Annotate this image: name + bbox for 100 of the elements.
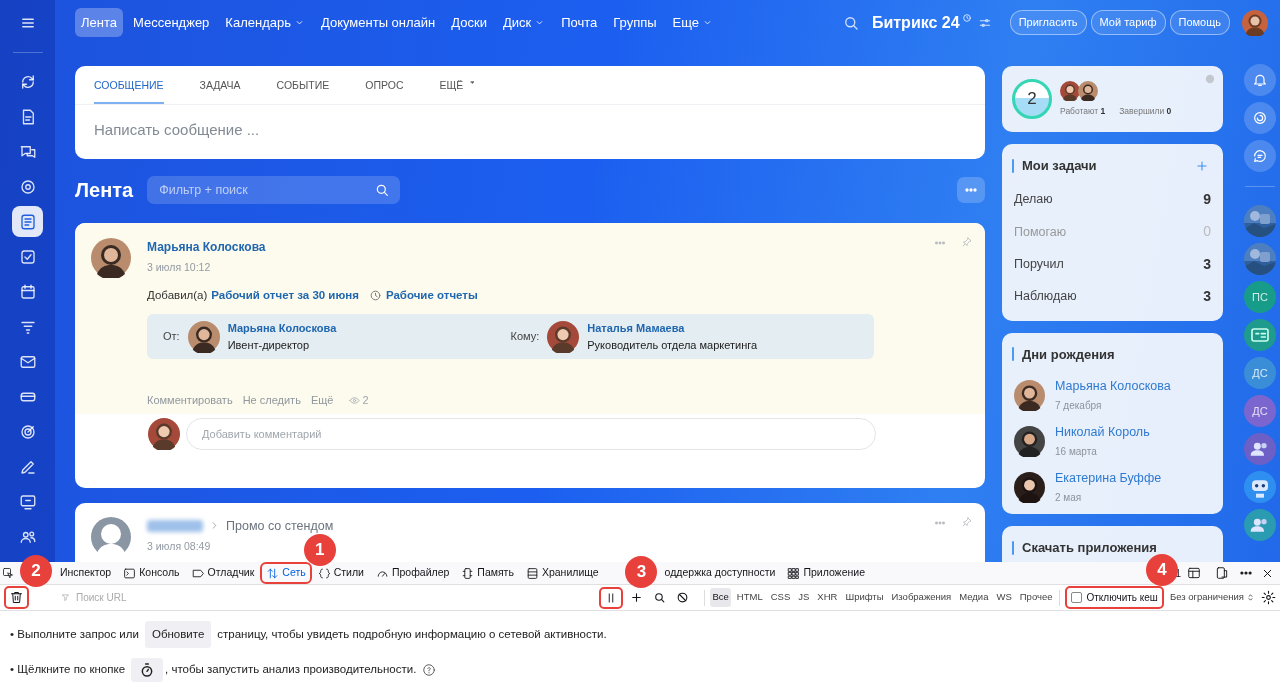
target-icon (18, 422, 37, 441)
devtools-tab[interactable]: Инспектор (54, 562, 118, 584)
request-type-filter[interactable]: WS (994, 588, 1014, 607)
network-icon (266, 566, 280, 580)
comment-field[interactable]: Добавить комментарий (186, 417, 876, 450)
post-date: 3 июля 10:12 (147, 260, 211, 275)
task-count: 0 (1203, 222, 1211, 242)
sender-role: Ивент-директор (227, 337, 311, 353)
calendar-icon (18, 282, 37, 301)
post-destination: Промо со стендом (226, 517, 334, 535)
filter-icon (61, 593, 70, 602)
robot-icon[interactable] (1244, 471, 1276, 503)
task-filter-link[interactable]: Поручил (1014, 254, 1064, 274)
sender-name[interactable]: Марьяна Колоскова (227, 320, 337, 337)
hint-text: страницу, чтобы увидеть подробную информацию о сетевой активности. (217, 627, 607, 642)
nav-tab[interactable]: Доски (445, 7, 493, 38)
clear-button[interactable] (4, 586, 29, 609)
task-filter-link[interactable]: Наблюдаю (1014, 287, 1077, 306)
throttling-dropdown[interactable]: Без ограничения (1167, 590, 1257, 605)
clock-icon (368, 288, 382, 302)
post-type-tab[interactable]: СОБЫТИЕ (276, 66, 330, 104)
dock-icon[interactable] (1187, 566, 1201, 580)
post-type-tab[interactable]: ЗАДАЧА (199, 66, 241, 104)
braces-icon (317, 566, 331, 580)
task-filter-link[interactable]: Делаю (1014, 190, 1053, 209)
header-button[interactable]: Помощь (1169, 10, 1230, 35)
more-button[interactable] (957, 177, 985, 203)
avatar (91, 516, 131, 557)
request-type-filter[interactable]: Медиа (957, 588, 991, 607)
task-count: 3 (1203, 254, 1211, 274)
devtools-tab[interactable]: Память (455, 562, 520, 584)
report-group-link[interactable]: Рабочие отчеты (385, 286, 478, 304)
request-type-filter[interactable]: Шрифты (843, 588, 886, 607)
contact-card-icon[interactable] (1244, 319, 1276, 351)
workday-counter: 2 (1012, 79, 1052, 119)
chat-avatar[interactable]: ДС (1244, 395, 1276, 427)
request-type-filter[interactable]: Изображения (889, 588, 954, 607)
hint-text: • Выполните запрос или (10, 627, 139, 642)
nav-tab[interactable]: Лента (75, 7, 123, 38)
avatar (187, 320, 220, 353)
post-date: 3 июля 08:49 (147, 539, 211, 555)
devtools-tab[interactable]: Консоль (117, 562, 186, 584)
updown-icon (1246, 593, 1255, 602)
card-title: Дни рождения (1022, 345, 1115, 364)
post-type-tab[interactable]: ЕЩЁ (439, 66, 478, 104)
task-count: 3 (1203, 287, 1211, 307)
group-icon[interactable] (1244, 509, 1276, 541)
devtools-tab[interactable]: оддержка доступности (658, 562, 782, 584)
devtools-tab[interactable]: Хранилище (519, 562, 605, 584)
disable-cache-checkbox[interactable]: Отключить кеш (1065, 586, 1164, 609)
search-input[interactable]: Фильтр + поиск (157, 179, 375, 201)
group-icon[interactable] (1244, 433, 1276, 465)
post-type-tab[interactable]: ОПРОС (365, 66, 404, 104)
avatar (1014, 425, 1045, 457)
request-type-filter[interactable]: JS (796, 588, 812, 607)
settings-icon[interactable] (1261, 590, 1276, 605)
avatar (1078, 80, 1098, 101)
birthday-date: 7 декабря (1055, 399, 1103, 414)
sidebar-item[interactable] (12, 206, 43, 237)
avatar (91, 238, 131, 278)
report-link[interactable]: Рабочий отчет за 30 июня (211, 286, 359, 304)
request-type-filter[interactable]: CSS (768, 588, 793, 607)
nav-tab[interactable]: Группы (607, 7, 663, 38)
devtools-tab[interactable]: Сеть (260, 562, 312, 584)
author-name[interactable]: Марьяна Колоскова (147, 238, 969, 256)
responsive-icon[interactable] (1215, 566, 1229, 580)
avatar (1014, 471, 1045, 503)
pause-button[interactable] (599, 586, 624, 609)
message-field[interactable]: Написать сообщение ... (75, 105, 985, 159)
avatar (148, 417, 180, 450)
nav-tab[interactable]: Мессенджер (127, 7, 216, 38)
devtools-tab[interactable]: Отладчик (185, 562, 261, 584)
nav-tab[interactable]: Диск (496, 7, 552, 38)
reload-button[interactable]: Обновите (144, 621, 212, 649)
chat-button[interactable] (1244, 140, 1276, 172)
spiral-button[interactable] (1244, 102, 1276, 134)
performance-button[interactable] (131, 658, 164, 682)
request-type-filter[interactable]: XHR (815, 588, 840, 607)
header-button[interactable]: Мой тариф (1090, 10, 1166, 35)
person-name[interactable]: Николай Король (1055, 423, 1150, 443)
request-type-filter[interactable]: Все (710, 588, 731, 607)
search-icon (653, 591, 667, 604)
screen-icon (18, 492, 37, 511)
request-type-filter[interactable]: Прочее (1017, 588, 1055, 607)
nav-tab[interactable]: Почта (555, 7, 604, 38)
devtools-tab[interactable]: Профайлер (369, 562, 456, 584)
nav-tab[interactable]: Документы онлайн (314, 7, 442, 38)
person-name[interactable]: Марьяна Колоскова (1055, 377, 1171, 397)
nav-tab[interactable]: Календарь (219, 7, 311, 38)
avatar[interactable] (1242, 9, 1268, 36)
recipient-name[interactable]: Наталья Мамаева (587, 320, 758, 337)
notifications-button[interactable] (1244, 64, 1276, 96)
checkbox-icon (18, 247, 37, 266)
person-name[interactable]: Екатерина Буффе (1055, 469, 1162, 489)
devtools-tab[interactable]: Приложение (781, 562, 871, 584)
birthday-date: 2 мая (1055, 491, 1083, 506)
nav-tab[interactable]: Еще (666, 7, 720, 38)
element-picker-icon[interactable] (2, 567, 14, 579)
filter-search-field[interactable]: Фильтр + поиск (147, 176, 401, 204)
request-type-filter[interactable]: HTML (734, 588, 765, 607)
